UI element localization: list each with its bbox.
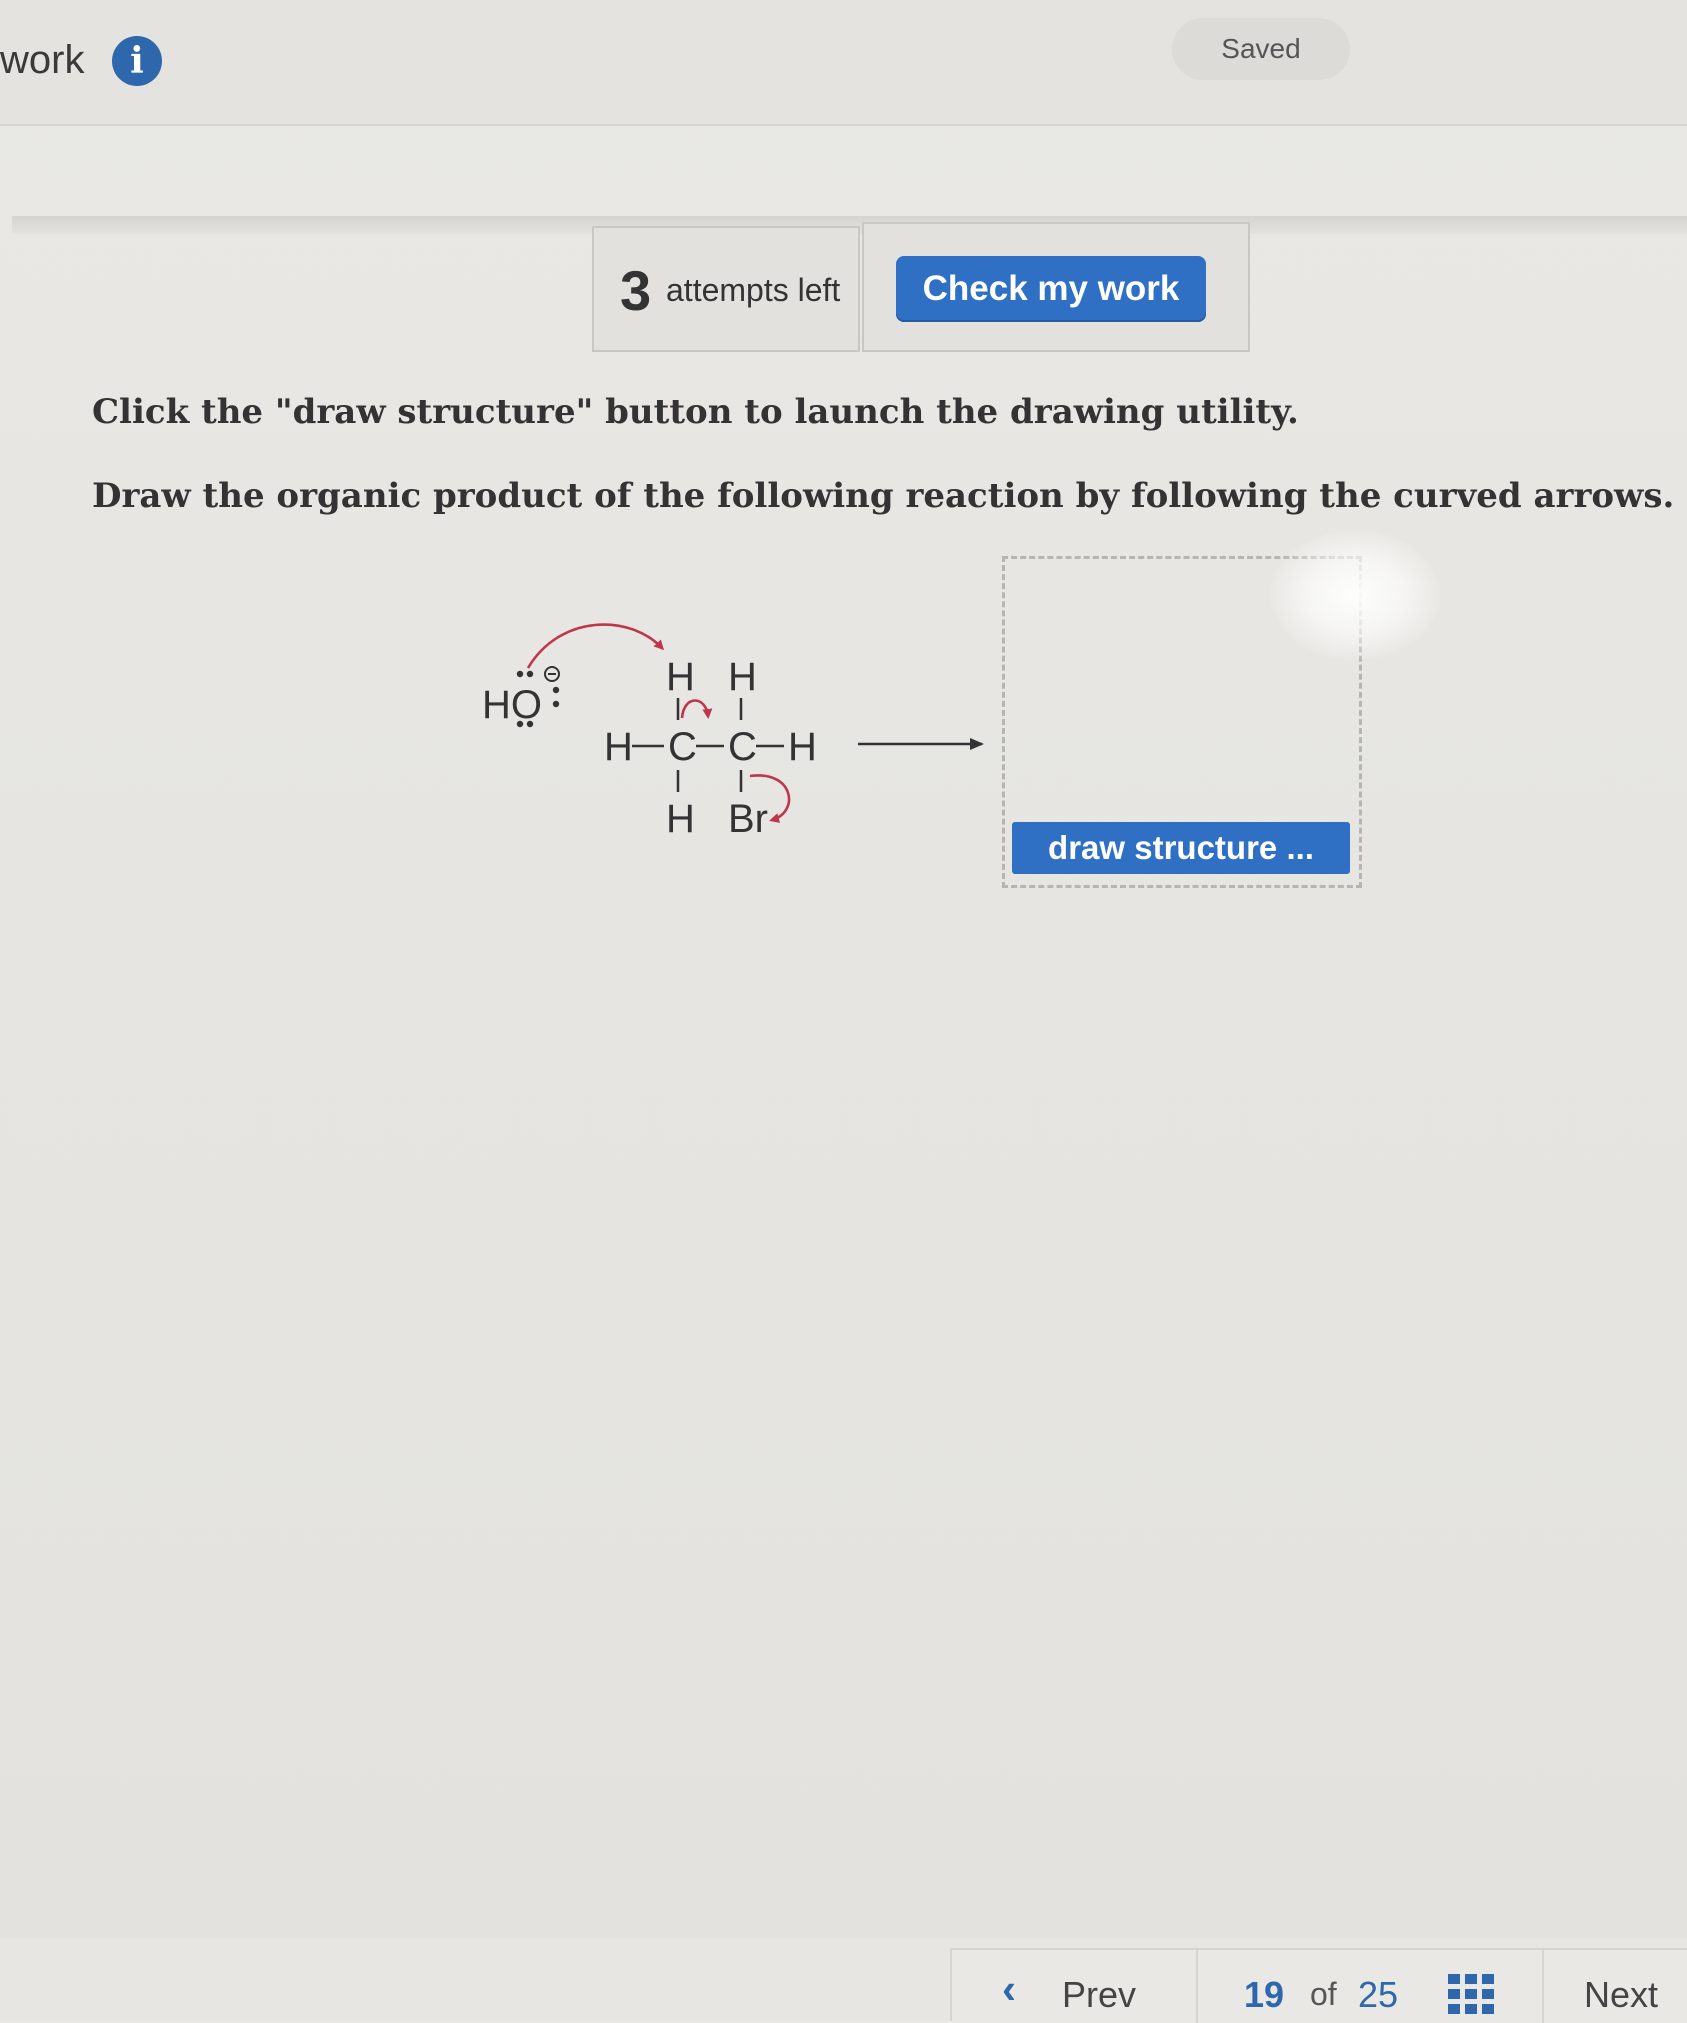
nav-divider (1196, 1950, 1198, 2023)
nav-divider (1542, 1950, 1544, 2023)
curved-arrow-hydroxide-attack (526, 623, 665, 669)
screen-glare (1270, 530, 1440, 660)
next-button[interactable]: Next (1584, 1974, 1658, 2016)
total-pages-number: 25 (1358, 1974, 1399, 2015)
current-page-number[interactable]: 19 (1244, 1974, 1284, 2016)
instruction-question: Draw the organic product of the followin… (92, 476, 1675, 516)
chevron-left-icon[interactable]: ‹ (1002, 1968, 1016, 2010)
hydroxide-label: HO (482, 683, 542, 727)
curved-arrow-ch-bond (680, 699, 713, 719)
attempts-count: 3 (620, 259, 652, 322)
curved-arrows (526, 623, 791, 823)
attempts-counter: 3 attempts left (592, 226, 860, 352)
check-work-panel: Check my work (862, 222, 1250, 352)
check-my-work-button[interactable]: Check my work (896, 256, 1206, 322)
prev-button[interactable]: Prev (1062, 1974, 1136, 2016)
instruction-draw-utility: Click the "draw structure" button to lau… (92, 392, 1299, 432)
attempts-label: attempts left (666, 272, 841, 308)
section-title: work (0, 38, 85, 82)
atom-h-top-left: H (666, 655, 695, 699)
grid-icon[interactable] (1448, 1974, 1494, 2020)
draw-structure-button[interactable]: draw structure ... (1012, 822, 1350, 874)
negative-charge-icon (544, 666, 560, 682)
atom-h-bottom: H (666, 797, 695, 841)
atom-c2: C (728, 725, 757, 769)
page-of-label: of (1310, 1976, 1337, 2012)
info-icon[interactable]: i (112, 36, 162, 86)
atom-h-right: H (788, 725, 817, 769)
saved-status-badge: Saved (1172, 18, 1350, 80)
reaction-scheme: HO H H H C C H H Br (482, 623, 984, 841)
top-bar (0, 0, 1687, 126)
pagination-panel: ‹ Prev 19 of 25 Next (950, 1948, 1687, 2023)
atom-h-top-right: H (728, 655, 757, 699)
atom-br: Br (728, 797, 768, 841)
atom-h-left: H (604, 725, 633, 769)
atom-c1: C (668, 725, 697, 769)
